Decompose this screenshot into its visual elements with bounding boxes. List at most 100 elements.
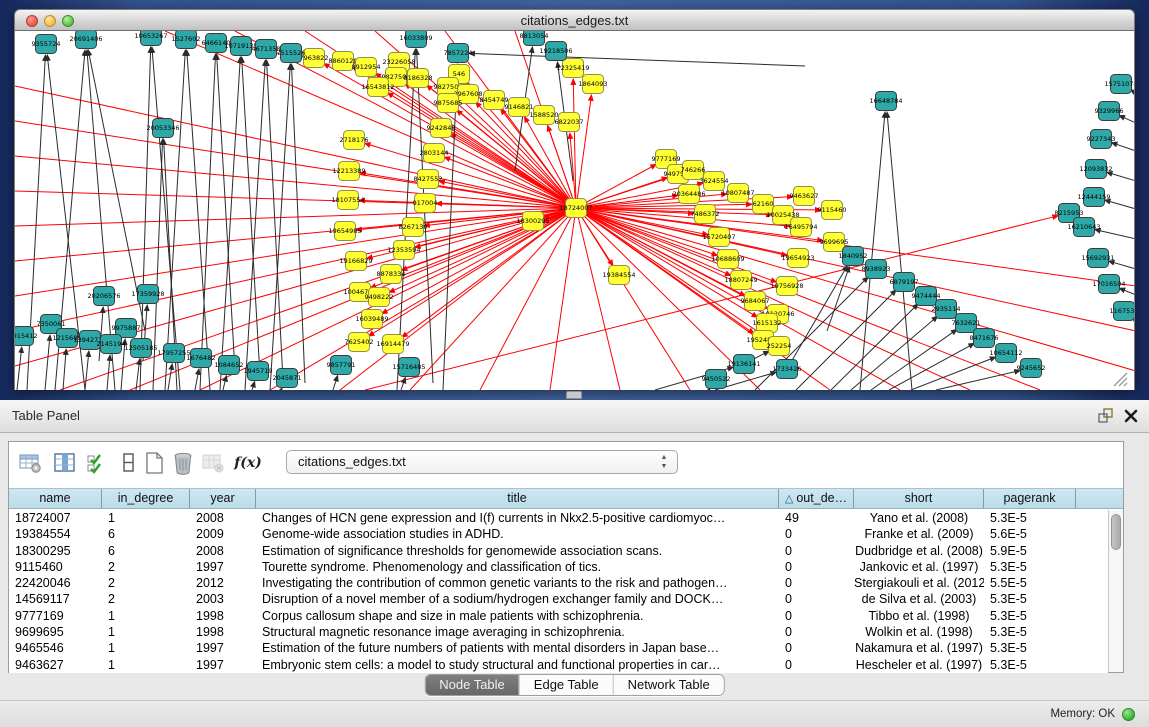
edge[interactable] <box>410 208 576 390</box>
citation-network-graph[interactable]: 1872400779638228860128891295423226058982… <box>15 31 1135 390</box>
close-panel-icon[interactable] <box>1123 408 1139 424</box>
graph-node-teal[interactable]: 15751074 <box>1104 75 1135 94</box>
scrollbar-thumb[interactable] <box>1111 514 1121 550</box>
graph-node-yellow[interactable]: 917004 <box>413 194 438 213</box>
tab-network-table[interactable]: Network Table <box>613 675 724 695</box>
graph-node-teal[interactable]: 1733426 <box>773 360 802 379</box>
edge[interactable] <box>480 208 576 390</box>
column-header-in_degree[interactable]: in_degree <box>102 489 190 508</box>
graph-node-yellow[interactable]: 8267130 <box>399 218 428 237</box>
edge[interactable] <box>469 53 805 66</box>
graph-node-yellow[interactable]: 8912954 <box>352 58 381 77</box>
graph-node-yellow[interactable]: 1615132 <box>753 314 782 333</box>
graph-node-yellow[interactable]: 16914479 <box>376 335 409 354</box>
edge[interactable] <box>217 54 235 371</box>
edge[interactable] <box>1119 288 1135 295</box>
graph-node-yellow[interactable]: 12213389 <box>332 162 365 181</box>
memory-status-indicator[interactable] <box>1122 708 1135 721</box>
graph-node-yellow[interactable]: 18107554 <box>331 191 364 210</box>
graph-node-teal[interactable]: 20053346 <box>146 119 179 138</box>
function-builder-button[interactable]: f(x) <box>231 449 265 477</box>
graph-node-teal[interactable]: 16648784 <box>869 92 902 111</box>
select-rows-button[interactable] <box>83 449 111 477</box>
graph-node-yellow[interactable]: 7625402 <box>345 333 374 352</box>
canvas-resize-grip-icon[interactable] <box>1110 369 1130 387</box>
column-header-pagerank[interactable]: pagerank <box>984 489 1076 508</box>
edge[interactable] <box>168 364 172 390</box>
table-row[interactable]: 977716911998Corpus callosum shape and si… <box>9 608 1108 624</box>
float-panel-icon[interactable] <box>1097 408 1115 424</box>
network-window-titlebar[interactable]: citations_edges.txt <box>14 9 1135 31</box>
edge[interactable] <box>1119 115 1135 123</box>
edge[interactable] <box>417 49 433 383</box>
graph-node-yellow[interactable]: 9498222 <box>365 288 394 307</box>
graph-node-teal[interactable]: 10653267 <box>134 31 167 46</box>
column-header-short[interactable]: short <box>854 489 984 508</box>
graph-node-yellow[interactable]: 19654923 <box>781 249 814 268</box>
graph-node-yellow[interactable]: 1864093 <box>579 75 608 94</box>
edge[interactable] <box>1109 261 1135 269</box>
graph-node-yellow[interactable]: 8427552 <box>414 170 443 189</box>
graph-node-yellow[interactable]: 9684067 <box>741 292 770 311</box>
graph-node-teal[interactable]: 2045871 <box>273 369 302 388</box>
edge[interactable] <box>889 343 974 390</box>
edge[interactable] <box>333 375 338 390</box>
graph-node-teal[interactable]: 1527602 <box>172 31 201 49</box>
graph-node-teal[interactable]: 8938923 <box>862 260 891 279</box>
edge[interactable] <box>17 347 22 390</box>
network-canvas[interactable]: 1872400779638228860128891295423226058982… <box>14 31 1135 390</box>
graph-node-teal[interactable]: 12505185 <box>124 339 157 358</box>
edge[interactable] <box>1105 200 1135 209</box>
graph-node-yellow[interactable]: 19166829 <box>339 252 372 271</box>
table-row[interactable]: 946362711997Embryonic stem cells: a mode… <box>9 657 1108 673</box>
graph-node-teal[interactable]: 9245652 <box>1017 359 1046 378</box>
graph-node-teal[interactable]: 16033809 <box>399 31 432 48</box>
edge[interactable] <box>576 95 592 208</box>
edge[interactable] <box>281 388 282 390</box>
table-row[interactable]: 1830029562008Estimation of significance … <box>9 543 1108 559</box>
edge[interactable] <box>220 57 240 390</box>
graph-node-teal[interactable]: 9857791 <box>327 356 356 375</box>
edge[interactable] <box>401 208 576 270</box>
table-row[interactable]: 1938455462009Genome-wide association stu… <box>9 526 1108 542</box>
graph-node-yellow[interactable]: 9115460 <box>818 201 847 220</box>
graph-node-teal[interactable]: 1084652 <box>215 356 244 375</box>
edge[interactable] <box>245 60 265 390</box>
graph-node-yellow[interactable]: 2718176 <box>340 131 369 150</box>
table-row[interactable]: 911546021997Tourette syndrome. Phenomeno… <box>9 559 1108 575</box>
graph-node-teal[interactable]: 7857224 <box>444 44 473 63</box>
graph-node-teal[interactable]: 1676482 <box>187 349 216 368</box>
graph-node-teal[interactable]: 7515526 <box>277 44 306 63</box>
graph-node-yellow[interactable]: 9463627 <box>790 187 819 206</box>
edge[interactable] <box>15 208 576 226</box>
table-settings-button[interactable] <box>17 449 45 477</box>
table-row[interactable]: 2242004622012Investigating the contribut… <box>9 575 1108 591</box>
edge[interactable] <box>831 304 918 390</box>
graph-node-teal[interactable]: 9329966 <box>1095 102 1124 121</box>
graph-node-yellow[interactable]: 252254 <box>767 337 792 356</box>
edge[interactable] <box>15 208 576 331</box>
edge[interactable] <box>1095 229 1135 239</box>
graph-node-teal[interactable]: 9450522 <box>702 370 731 389</box>
show-column-button[interactable] <box>51 449 79 477</box>
edge[interactable] <box>63 349 66 390</box>
edge[interactable] <box>911 357 996 390</box>
edge[interactable] <box>270 64 290 390</box>
graph-node-teal[interactable]: 19136141 <box>727 355 760 374</box>
table-selector-dropdown[interactable]: citations_edges.txt ▲▼ <box>286 450 678 474</box>
column-header-year[interactable]: year <box>190 489 256 508</box>
graph-node-teal[interactable]: 17016504 <box>1092 275 1125 294</box>
edge[interactable] <box>550 208 576 390</box>
graph-node-teal[interactable]: 15692931 <box>1081 249 1114 268</box>
graph-node-yellow[interactable]: 6822037 <box>555 113 584 132</box>
graph-node-teal[interactable]: 12444159 <box>1077 188 1110 207</box>
graph-node-yellow[interactable]: 3624554 <box>700 172 729 191</box>
edge[interactable] <box>291 64 305 383</box>
edge[interactable] <box>252 381 255 390</box>
edge[interactable] <box>450 134 576 208</box>
delete-column-button-disabled[interactable] <box>199 449 227 477</box>
graph-node-yellow[interactable]: 9242848 <box>427 119 456 138</box>
graph-node-teal[interactable]: 9355724 <box>32 35 61 54</box>
graph-node-teal[interactable]: 10654112 <box>989 344 1022 363</box>
graph-node-yellow[interactable]: 7486372 <box>691 205 720 224</box>
